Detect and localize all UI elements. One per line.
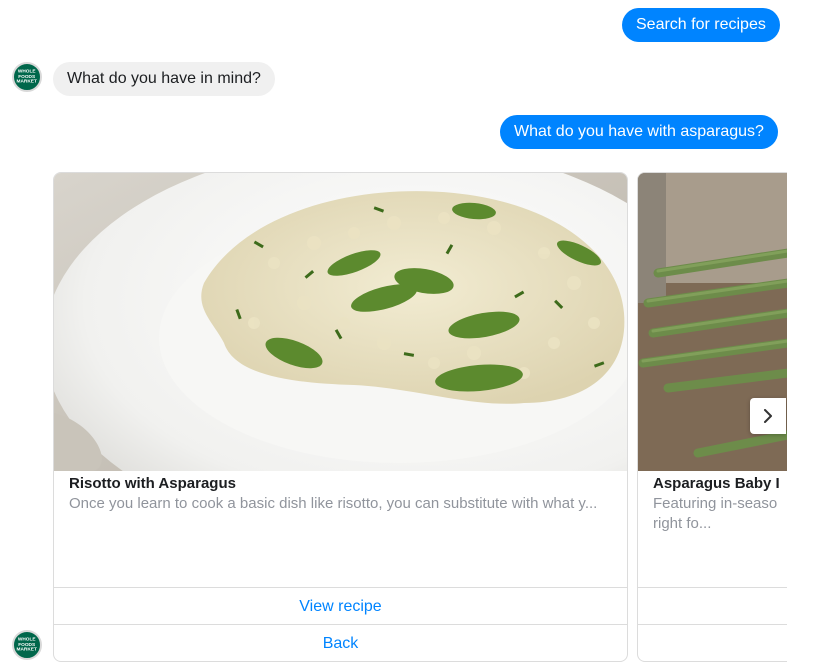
recipe-description: Once you learn to cook a basic dish like… — [69, 495, 598, 512]
card2-button-1[interactable] — [638, 587, 787, 624]
user-message-asparagus: What do you have with asparagus? — [500, 115, 778, 149]
recipe-title: Asparagus Baby I — [653, 475, 780, 492]
recipe-title: Risotto with Asparagus — [69, 475, 236, 492]
bot-avatar[interactable]: WHOLE FOODS MARKET — [12, 62, 42, 92]
recipe-card-risotto[interactable]: Risotto with Asparagus Once you learn to… — [53, 172, 628, 662]
bot-avatar[interactable]: WHOLE FOODS MARKET — [12, 630, 42, 660]
user-message-search-recipes: Search for recipes — [622, 8, 780, 42]
chevron-right-icon — [764, 409, 772, 423]
carousel-next-button[interactable] — [750, 398, 786, 434]
recipe-description: Featuring in-seaso right fo... — [653, 495, 778, 532]
recipe-carousel[interactable]: Risotto with Asparagus Once you learn to… — [53, 172, 787, 664]
card2-button-2[interactable] — [638, 624, 787, 661]
back-button[interactable]: Back — [54, 624, 627, 661]
bot-message-what-in-mind: What do you have in mind? — [53, 62, 275, 96]
risotto-image — [54, 173, 627, 471]
avatar-logo-text: WHOLE FOODS MARKET — [16, 68, 38, 85]
avatar-logo-text: WHOLE FOODS MARKET — [16, 636, 38, 653]
view-recipe-button[interactable]: View recipe — [54, 587, 627, 624]
